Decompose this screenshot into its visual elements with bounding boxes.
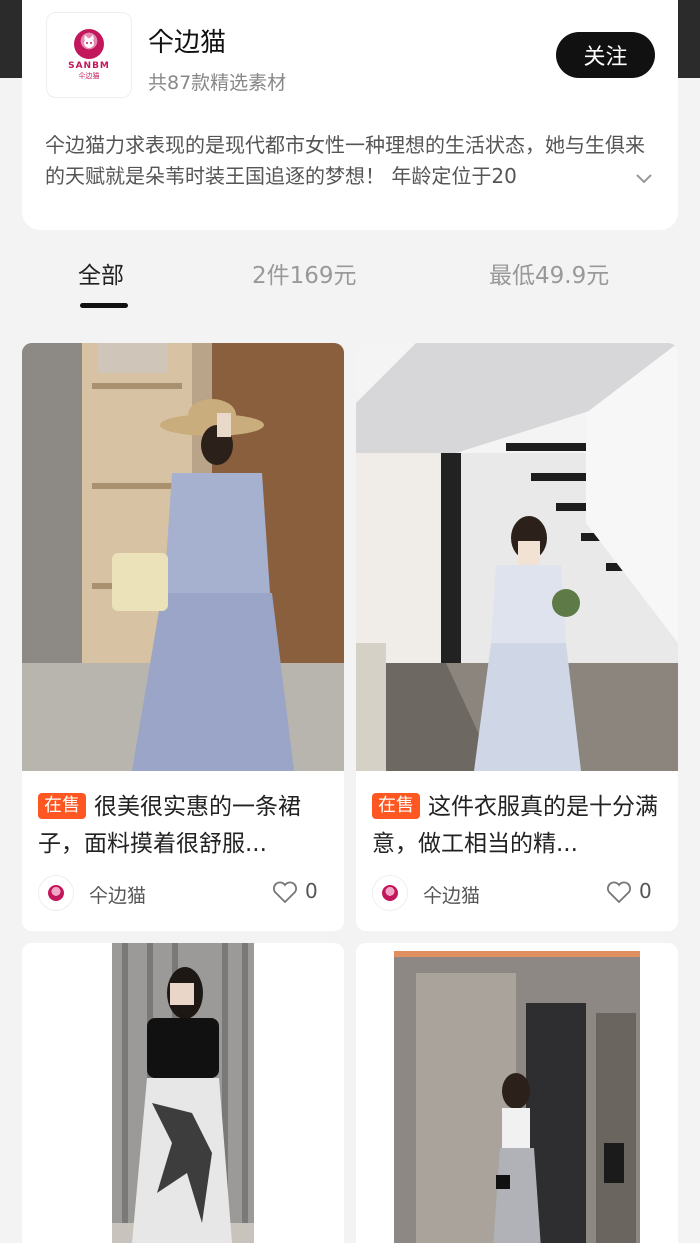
filter-tabs: 全部 2件169元 最低49.9元 — [0, 248, 700, 312]
heart-icon[interactable] — [272, 880, 298, 904]
follow-button[interactable]: 关注 — [556, 32, 655, 78]
logo-subtext: 仐边猫 — [78, 72, 100, 80]
product-photo[interactable] — [356, 943, 678, 1243]
active-tab-indicator — [80, 303, 128, 308]
seller-logo-icon — [382, 885, 398, 901]
expand-chevron-icon[interactable] — [634, 168, 654, 188]
product-card[interactable] — [356, 943, 678, 1243]
seller-avatar[interactable] — [38, 875, 74, 911]
tab-bundle-deal[interactable]: 2件169元 — [252, 256, 357, 290]
product-card[interactable]: 在售 很美很实惠的一条裙子，面料摸着很舒服... 仐边猫 0 — [22, 343, 344, 931]
shop-item-count: 共87款精选素材 — [148, 72, 287, 94]
seller-avatar[interactable] — [372, 875, 408, 911]
product-photo[interactable] — [22, 343, 344, 771]
like-count: 0 — [305, 879, 318, 903]
logo-wordmark: SANBM — [68, 61, 110, 71]
on-sale-badge: 在售 — [372, 793, 420, 819]
seller-logo-icon — [48, 885, 64, 901]
shop-header-card: SANBM 仐边猫 仐边猫 共87款精选素材 关注 仐边猫力求表现的是现代都市女… — [22, 0, 678, 230]
shop-description: 仐边猫力求表现的是现代都市女性一种理想的生活状态，她与生俱来的天赋就是朵苇时装王… — [45, 133, 645, 188]
on-sale-badge: 在售 — [38, 793, 86, 819]
shop-logo[interactable]: SANBM 仐边猫 — [46, 12, 132, 98]
product-card[interactable]: 在售 这件衣服真的是十分满意，做工相当的精... 仐边猫 0 — [356, 343, 678, 931]
shop-name: 仐边猫 — [148, 28, 227, 58]
product-photo[interactable] — [356, 343, 678, 771]
tab-all[interactable]: 全部 — [78, 256, 124, 290]
product-title: 在售 这件衣服真的是十分满意，做工相当的精... — [372, 789, 668, 863]
tab-lowest-price[interactable]: 最低49.9元 — [489, 256, 609, 290]
product-title: 在售 很美很实惠的一条裙子，面料摸着很舒服... — [38, 789, 334, 863]
seller-name[interactable]: 仐边猫 — [89, 881, 146, 908]
seller-name[interactable]: 仐边猫 — [423, 881, 480, 908]
product-photo[interactable] — [22, 943, 344, 1243]
product-card[interactable] — [22, 943, 344, 1243]
like-count: 0 — [639, 879, 652, 903]
cat-logo-icon — [74, 29, 104, 59]
heart-icon[interactable] — [606, 880, 632, 904]
